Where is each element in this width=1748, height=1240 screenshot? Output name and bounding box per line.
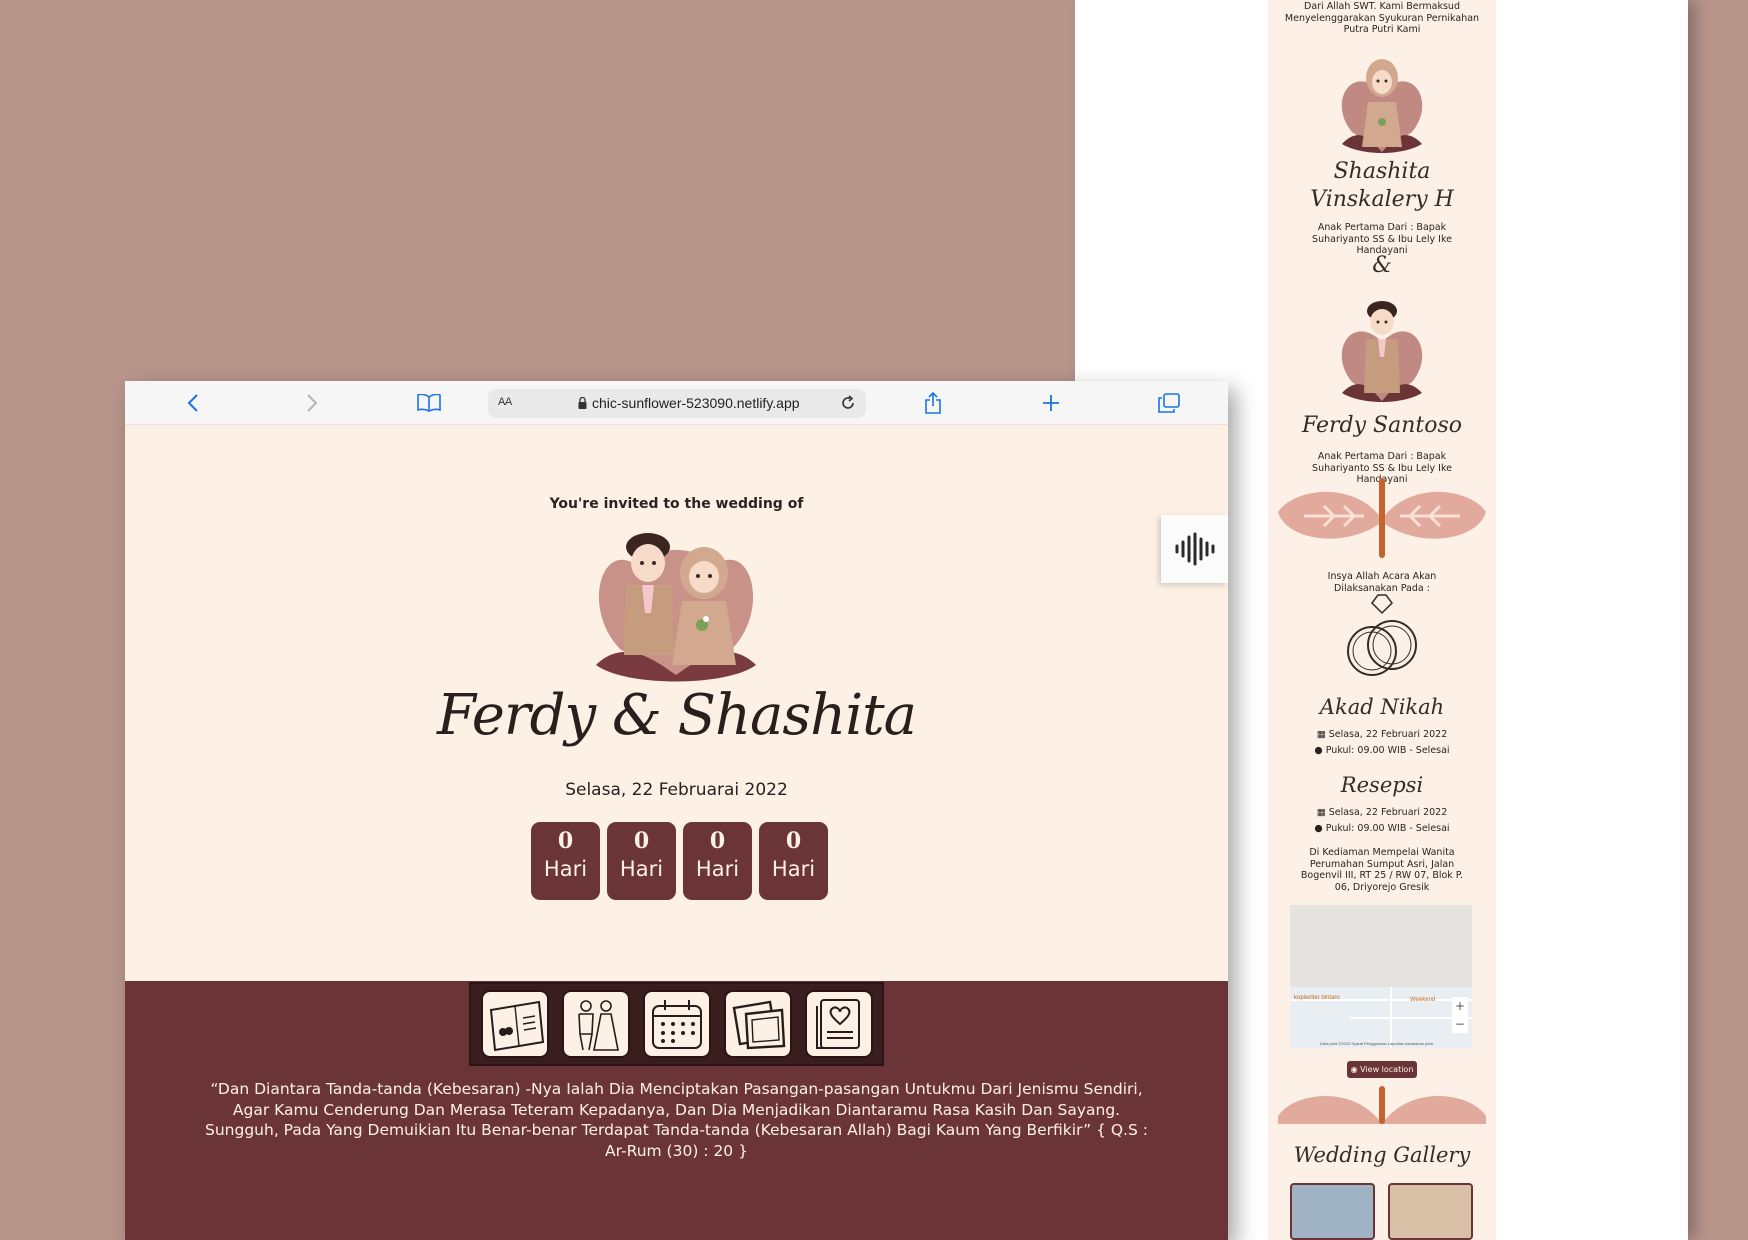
ampersand: & [1372, 253, 1392, 278]
countdown-label: Hari [543, 857, 588, 881]
bottom-nav-menu [469, 982, 884, 1066]
countdown-box: 0 Hari [531, 822, 600, 900]
reload-icon[interactable] [840, 395, 856, 411]
akad-title: Akad Nikah [1319, 695, 1445, 719]
map-place-label: Weekend [1410, 997, 1436, 1003]
new-tab-icon[interactable] [1040, 389, 1062, 417]
location-map[interactable]: kopiwriter bintaro Weekend + − Data peta … [1290, 905, 1472, 1048]
footer-section: “Dan Diantara Tanda-tanda (Kebesaran) -N… [125, 981, 1228, 1240]
event-address: Di Kediaman Mempelai Wanita Perumahan Su… [1300, 847, 1464, 893]
music-toggle-button[interactable] [1161, 515, 1228, 583]
couple-illustration [596, 533, 756, 682]
invitation-heading: You're invited to the wedding of [549, 496, 804, 512]
countdown-value: 0 [557, 828, 574, 854]
view-location-button[interactable]: ◉ View location [1347, 1061, 1417, 1078]
countdown-label: Hari [695, 857, 740, 881]
map-footer: Data peta ©2023 Syarat Penggunaan Lapork… [1320, 1041, 1433, 1046]
gallery-photo[interactable] [1290, 1183, 1375, 1240]
nav-guestbook-button[interactable] [804, 990, 873, 1058]
text-size-button[interactable]: AA [498, 396, 512, 408]
calendar-icon: ▦ [1316, 729, 1329, 740]
clock-icon: ● [1314, 823, 1326, 834]
bride-parents: Anak Pertama Dari : Bapak Suhariyanto SS… [1312, 222, 1452, 256]
calendar-icon: ▦ [1316, 807, 1329, 818]
groom-illustration [1341, 301, 1423, 402]
browser-window: AA chic-sunflower-523090.netlify.app You… [125, 381, 1228, 1240]
mobile-intro-text: Dari Allah SWT. Kami Bermaksud Menyeleng… [1284, 1, 1480, 35]
akad-date: Selasa, 22 Februari 2022 [1328, 729, 1448, 740]
guestbook-icon [815, 999, 860, 1049]
bride-illustration [1341, 59, 1423, 153]
resepsi-date: Selasa, 22 Februari 2022 [1328, 807, 1448, 818]
akad-date-row: ▦ Selasa, 22 Februari 2022 [1268, 729, 1496, 741]
wedding-date: Selasa, 22 Februarai 2022 [565, 780, 788, 800]
quran-quote: “Dan Diantara Tanda-tanda (Kebesaran) -N… [205, 1080, 1148, 1160]
url-text: chic-sunflower-523090.netlify.app [592, 395, 800, 411]
map-place-label: kopiwriter bintaro [1294, 995, 1340, 1001]
countdown-timer: 0 Hari 0 Hari 0 Hari 0 Hari [531, 822, 828, 900]
resepsi-date-row: ▦ Selasa, 22 Februari 2022 [1268, 807, 1496, 819]
akad-time: Pukul: 09.00 WIB - Selesai [1325, 745, 1450, 756]
calendar-icon [651, 1000, 702, 1049]
bookmarks-icon[interactable] [416, 389, 442, 417]
invitation-card-icon [489, 1000, 544, 1052]
countdown-label: Hari [619, 857, 664, 881]
hero-section: You're invited to the wedding of Ferdy &… [125, 425, 1228, 981]
couple-names: Ferdy & Shashita [436, 683, 917, 748]
countdown-box: 0 Hari [759, 822, 828, 900]
countdown-value: 0 [709, 828, 726, 854]
rings-icon [1347, 594, 1417, 676]
browser-toolbar: AA chic-sunflower-523090.netlify.app [125, 381, 1228, 425]
lock-icon [578, 397, 587, 409]
countdown-value: 0 [633, 828, 650, 854]
nav-couple-button[interactable] [561, 990, 630, 1058]
clock-icon: ● [1314, 745, 1326, 756]
akad-time-row: ● Pukul: 09.00 WIB - Selesai [1268, 745, 1496, 757]
event-intro: Insya Allah Acara Akan Dilaksanakan Pada… [1327, 571, 1437, 594]
nav-event-button[interactable] [642, 990, 711, 1058]
countdown-label: Hari [771, 857, 816, 881]
countdown-box: 0 Hari [683, 822, 752, 900]
nav-invitation-button[interactable] [480, 990, 549, 1058]
audio-wave-icon [1175, 532, 1214, 566]
floral-divider [1278, 478, 1486, 558]
forward-icon[interactable] [302, 389, 322, 417]
address-bar[interactable]: AA chic-sunflower-523090.netlify.app [488, 389, 866, 418]
map-zoom-controls[interactable]: + − [1452, 997, 1468, 1033]
resepsi-time-row: ● Pukul: 09.00 WIB - Selesai [1268, 823, 1496, 835]
countdown-value: 0 [785, 828, 802, 854]
mobile-preview: Dari Allah SWT. Kami Bermaksud Menyeleng… [1268, 0, 1496, 1240]
resepsi-title: Resepsi [1340, 773, 1424, 797]
groom-name: Ferdy Santoso [1301, 413, 1463, 438]
bride-name: Shashita Vinskalery H [1310, 159, 1454, 212]
gallery-photo[interactable] [1388, 1183, 1473, 1240]
share-icon[interactable] [922, 389, 944, 417]
photos-icon [732, 1000, 785, 1050]
tabs-icon[interactable] [1157, 389, 1181, 417]
countdown-box: 0 Hari [607, 822, 676, 900]
floral-divider [1278, 1086, 1486, 1124]
resepsi-time: Pukul: 09.00 WIB - Selesai [1325, 823, 1450, 834]
back-icon[interactable] [183, 389, 203, 417]
gallery-title: Wedding Gallery [1293, 1143, 1471, 1167]
pin-icon: ◉ [1350, 1065, 1361, 1074]
nav-gallery-button[interactable] [723, 990, 792, 1058]
bride-groom-icon [577, 1000, 619, 1051]
